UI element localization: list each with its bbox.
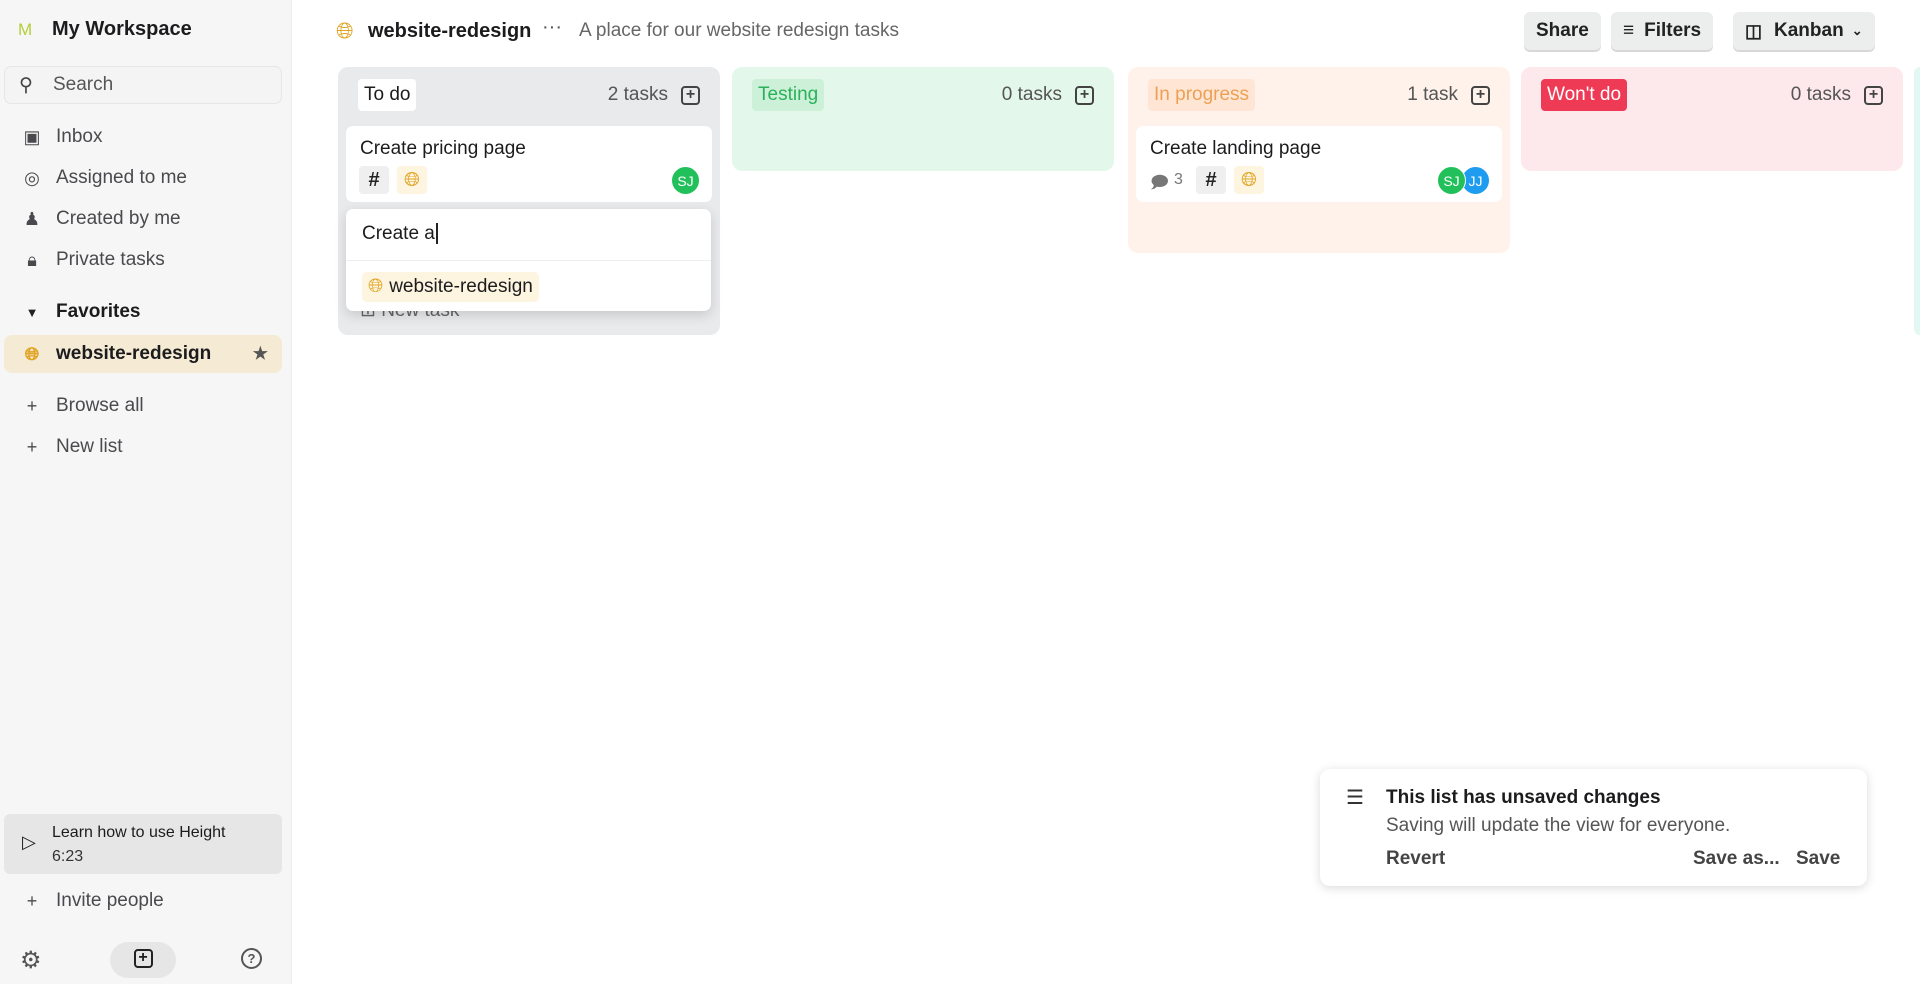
kanban-icon: ◫	[1745, 20, 1763, 41]
task-title: Create landing page	[1150, 138, 1322, 159]
browse-all-label: Browse all	[56, 395, 144, 416]
save-button[interactable]: Save	[1796, 848, 1840, 870]
star-icon[interactable]: ★	[253, 344, 268, 364]
sidebar-item-label: Created by me	[56, 208, 181, 229]
sidebar-item-private[interactable]: 🔒︎ Private tasks	[4, 241, 282, 279]
view-label: Kanban	[1774, 20, 1844, 41]
search-input[interactable]: ⚲ Search	[4, 66, 282, 104]
new-task-input[interactable]: Create a	[346, 209, 711, 261]
comment-count: 3	[1174, 171, 1183, 188]
add-task-icon[interactable]: +	[1864, 86, 1883, 105]
search-icon: ⚲	[19, 74, 33, 96]
sidebar-item-label: Private tasks	[56, 249, 165, 270]
sidebar-item-website-redesign[interactable]: 🌐︎ website-redesign ★	[4, 335, 282, 373]
hash-tag-icon[interactable]: #	[1196, 166, 1226, 194]
learn-video-button[interactable]: ▷ Learn how to use Height 6:23	[4, 814, 282, 874]
hash-tag-icon[interactable]: #	[359, 166, 389, 194]
list-description: A place for our website redesign tasks	[579, 20, 900, 41]
settings-gear-icon[interactable]: ⚙	[20, 946, 42, 975]
learn-duration: 6:23	[52, 848, 84, 865]
chevron-down-icon: ⌄	[1851, 23, 1863, 38]
column-label: To do	[358, 79, 417, 111]
add-task-icon[interactable]: +	[1075, 86, 1094, 105]
filters-label: Filters	[1644, 20, 1702, 41]
sidebar-item-inbox[interactable]: ▣ Inbox	[4, 118, 282, 156]
filter-icon: ≡	[1623, 20, 1635, 41]
plus-icon: +	[26, 436, 38, 457]
toast-message: Saving will update the view for everyone…	[1386, 815, 1731, 836]
suggestion-label: website-redesign	[389, 276, 533, 297]
sliders-icon: ☰	[1346, 787, 1364, 809]
view-selector[interactable]: ◫ Kanban ⌄	[1733, 12, 1875, 50]
column-count: 0 tasks	[1790, 84, 1851, 105]
user-icon: ♟	[23, 208, 41, 229]
column-in-progress: In progress 1 task + Create landing page 🗩…	[1128, 67, 1510, 253]
invite-label: Invite people	[56, 890, 164, 911]
sidebar-item-label: website-redesign	[56, 343, 212, 364]
sidebar-item-label: Assigned to me	[56, 167, 187, 188]
workspace-switcher[interactable]: M My Workspace	[18, 18, 192, 41]
inbox-icon: ▣	[23, 126, 41, 147]
list-globe-icon: 🌐︎	[336, 18, 354, 43]
create-task-button[interactable]: +	[110, 942, 176, 978]
filters-button[interactable]: ≡ Filters	[1611, 12, 1714, 50]
invite-people-button[interactable]: + Invite people	[4, 882, 282, 920]
favorites-toggle[interactable]: ▼ Favorites	[4, 293, 282, 331]
learn-title: Learn how to use Height	[52, 824, 226, 841]
sidebar: M My Workspace ⚲ Search ▣ Inbox ◎ Assigned…	[0, 0, 292, 984]
lock-icon: 🔒︎	[27, 249, 37, 270]
new-list-button[interactable]: + New list	[4, 428, 282, 466]
sidebar-item-created[interactable]: ♟ Created by me	[4, 200, 282, 238]
new-task-input-value: Create a	[362, 223, 435, 244]
globe-tag-icon[interactable]: 🌐︎	[397, 166, 427, 194]
new-list-label: New list	[56, 436, 123, 457]
task-title: Create pricing page	[360, 138, 526, 159]
toast-title: This list has unsaved changes	[1386, 787, 1661, 808]
play-icon: ▷	[22, 832, 36, 852]
revert-button[interactable]: Revert	[1386, 848, 1445, 870]
save-as-button[interactable]: Save as...	[1693, 848, 1780, 870]
unsaved-changes-toast: ☰ This list has unsaved changes Saving w…	[1320, 769, 1867, 886]
add-task-icon[interactable]: +	[681, 86, 700, 105]
column-count: 0 tasks	[1001, 84, 1062, 105]
search-placeholder: Search	[53, 74, 114, 95]
sidebar-item-label: Inbox	[56, 126, 103, 147]
workspace-name: My Workspace	[52, 18, 192, 40]
list-title[interactable]: website-redesign	[368, 20, 531, 43]
favorites-label: Favorites	[56, 301, 141, 322]
column-label: Won't do	[1541, 79, 1628, 111]
column-count: 1 task	[1407, 84, 1458, 105]
globe-tag-icon[interactable]: 🌐︎	[1234, 166, 1264, 194]
column-count: 2 tasks	[607, 84, 668, 105]
column-wont-do: Won't do 0 tasks +	[1521, 67, 1903, 171]
globe-icon: 🌐︎	[24, 343, 40, 364]
globe-icon: 🌐︎	[368, 276, 384, 297]
plus-icon: +	[26, 395, 38, 416]
column-testing: Testing 0 tasks +	[732, 67, 1114, 171]
avatar: SJ	[671, 166, 700, 195]
plus-square-icon: +	[133, 949, 153, 969]
sidebar-item-assigned[interactable]: ◎ Assigned to me	[4, 159, 282, 197]
list-suggestion-chip[interactable]: 🌐︎ website-redesign	[362, 272, 539, 302]
task-card[interactable]: Create landing page 🗩︎ 3 # 🌐︎ SJ JJ	[1136, 126, 1502, 202]
add-task-icon[interactable]: +	[1471, 86, 1490, 105]
column-label: In progress	[1148, 79, 1256, 111]
avatar: SJ	[1437, 166, 1466, 195]
plus-icon: +	[26, 890, 38, 911]
browse-all-button[interactable]: + Browse all	[4, 387, 282, 425]
task-card[interactable]: Create pricing page # 🌐︎ SJ	[346, 126, 712, 202]
new-task-popup: Create a 🌐︎ website-redesign	[346, 209, 711, 311]
comment-icon: 🗩︎	[1150, 173, 1169, 192]
share-button[interactable]: Share	[1524, 12, 1601, 50]
share-label: Share	[1536, 20, 1589, 41]
caret-down-icon: ▼	[25, 304, 39, 320]
target-icon: ◎	[24, 167, 40, 188]
workspace-logo: M	[18, 19, 33, 39]
more-options-icon[interactable]: ···	[542, 16, 562, 39]
column-label: Testing	[752, 79, 825, 111]
help-icon[interactable]: ?	[241, 948, 262, 969]
next-column-edge	[1914, 67, 1920, 335]
